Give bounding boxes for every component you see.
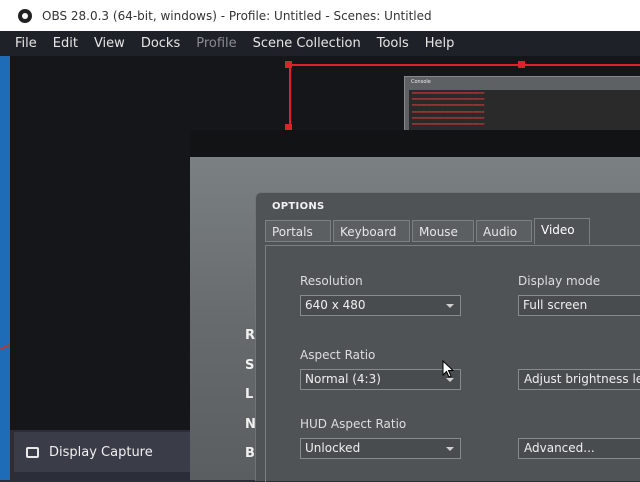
menu-edit[interactable]: Edit [45,31,86,56]
window-title: OBS 28.0.3 (64-bit, windows) - Profile: … [42,8,432,23]
tab-audio[interactable]: Audio [476,220,532,242]
dropdown-arrow-icon [446,304,454,308]
options-dialog: OPTIONS Portals Keyboard Mouse Audio Vid… [255,192,640,482]
menu-scene-collection[interactable]: Scene Collection [245,31,369,56]
options-title: OPTIONS [272,201,325,212]
menu-bar: File Edit View Docks Profile Scene Colle… [0,31,640,56]
resolution-dropdown[interactable]: 640 x 480 [300,295,461,316]
display-mode-label: Display mode [518,274,601,288]
source-label: Display Capture [49,444,153,460]
menu-help[interactable]: Help [417,31,463,56]
menu-docks[interactable]: Docks [133,31,188,56]
desktop-edge-line [0,343,10,351]
aspect-ratio-label: Aspect Ratio [300,348,376,362]
aspect-ratio-value: Normal (4:3) [305,372,381,386]
resolution-value: 640 x 480 [305,298,366,312]
hud-aspect-ratio-dropdown[interactable]: Unlocked [300,438,461,459]
menu-profile[interactable]: Profile [188,31,244,56]
adjust-brightness-button[interactable]: Adjust brightness lev [518,369,640,390]
hud-aspect-ratio-label: HUD Aspect Ratio [300,417,407,431]
aspect-ratio-dropdown[interactable]: Normal (4:3) [300,369,461,390]
source-item-display-capture[interactable]: Display Capture [14,432,190,472]
menu-file[interactable]: File [0,31,45,56]
tab-portals[interactable]: Portals [265,220,331,242]
mouse-cursor-icon [442,360,455,378]
desktop-edge [0,56,10,480]
options-tabs: Portals Keyboard Mouse Audio Video [265,218,592,244]
sources-dock: Display Capture [10,430,190,480]
resize-handle-top-center[interactable] [518,61,525,68]
advanced-button[interactable]: Advanced... [518,438,640,459]
tab-keyboard[interactable]: Keyboard [333,220,410,242]
hud-aspect-ratio-value: Unlocked [305,441,361,455]
tab-mouse[interactable]: Mouse [412,220,474,242]
resize-handle-top-left[interactable] [285,61,292,68]
monitor-icon [26,446,39,458]
obs-logo-icon [18,8,32,23]
tab-video[interactable]: Video [534,218,590,244]
game-topbar [190,130,640,157]
menu-tools[interactable]: Tools [369,31,417,56]
display-mode-value: Full screen [523,298,588,312]
dropdown-arrow-icon [446,447,454,451]
display-mode-dropdown[interactable]: Full screen [518,295,640,316]
menu-view[interactable]: View [86,31,133,56]
resolution-label: Resolution [300,274,363,288]
window-titlebar: OBS 28.0.3 (64-bit, windows) - Profile: … [0,0,640,31]
